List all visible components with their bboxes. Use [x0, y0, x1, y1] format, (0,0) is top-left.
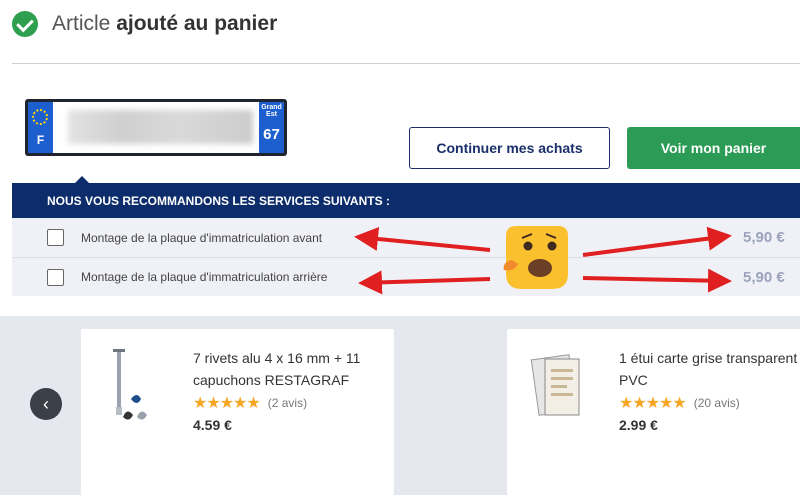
region-name-line1: Grand [261, 104, 282, 111]
region-name-line2: Est [266, 111, 277, 118]
title-prefix: Article [52, 12, 111, 35]
region-number: 67 [263, 126, 280, 143]
product-price: 4.59 € [193, 417, 232, 433]
review-count: (20 avis) [693, 396, 740, 410]
product-info: 7 rivets alu 4 x 16 mm + 11 capuchons RE… [193, 347, 434, 433]
product-info: 1 étui carte grise transparent PVC ★★★★★… [619, 347, 800, 433]
service-front-label: Montage de la plaque d'immatriculation a… [81, 230, 323, 245]
header-divider [12, 63, 800, 64]
blurred-plate-number [68, 110, 253, 144]
product-rating: ★★★★★ (20 avis) [619, 393, 800, 413]
product-card[interactable]: 1 étui carte grise transparent PVC ★★★★★… [507, 329, 800, 495]
star-rating-icon: ★★★★★ [193, 395, 261, 412]
carousel-prev-button[interactable]: ‹ [30, 388, 62, 420]
product-name-line1[interactable]: 7 rivets alu 4 x 16 mm + 11 [193, 347, 434, 369]
product-name-line1[interactable]: 1 étui carte grise transparent [619, 347, 800, 369]
star-rating-icon: ★★★★★ [619, 395, 687, 412]
country-code: F [36, 133, 45, 147]
service-row-front[interactable]: Montage de la plaque d'immatriculation a… [12, 218, 800, 258]
service-rear-checkbox[interactable] [47, 268, 64, 286]
review-count: (2 avis) [267, 396, 308, 410]
registration-sleeve-image [530, 354, 580, 416]
service-row-rear[interactable]: Montage de la plaque d'immatriculation a… [12, 258, 800, 296]
license-plate-image: F Grand Est 67 [25, 99, 287, 156]
confirmation-header: Article ajouté au panier [12, 10, 277, 38]
chevron-left-icon: ‹ [43, 393, 49, 414]
view-cart-button[interactable]: Voir mon panier [627, 127, 800, 169]
service-front-checkbox[interactable] [47, 229, 64, 246]
product-carousel: ‹ 7 rivets alu 4 x 16 mm + 11 capuchons … [0, 316, 800, 495]
recommended-services: NOUS VOUS RECOMMANDONS LES SERVICES SUIV… [12, 176, 800, 296]
continue-shopping-button[interactable]: Continuer mes achats [409, 127, 610, 169]
product-rating: ★★★★★ (2 avis) [193, 393, 434, 413]
product-name-line2[interactable]: PVC [619, 369, 800, 391]
check-circle-icon [12, 11, 38, 37]
rivets-product-image [113, 349, 147, 420]
service-rear-price: 5,90 € [743, 268, 785, 286]
service-rear-label: Montage de la plaque d'immatriculation a… [81, 270, 328, 284]
services-heading: NOUS VOUS RECOMMANDONS LES SERVICES SUIV… [12, 176, 800, 218]
service-front-price: 5,90 € [743, 229, 785, 246]
page-title: Article ajouté au panier [52, 12, 277, 36]
title-bold: ajouté au panier [116, 12, 278, 35]
product-card[interactable]: 7 rivets alu 4 x 16 mm + 11 capuchons RE… [81, 329, 394, 495]
eu-band: F [28, 102, 53, 153]
product-name-line2[interactable]: capuchons RESTAGRAF [193, 369, 434, 391]
product-price: 2.99 € [619, 417, 658, 433]
region-band: Grand Est 67 [259, 102, 284, 153]
eu-stars-icon [32, 109, 48, 125]
